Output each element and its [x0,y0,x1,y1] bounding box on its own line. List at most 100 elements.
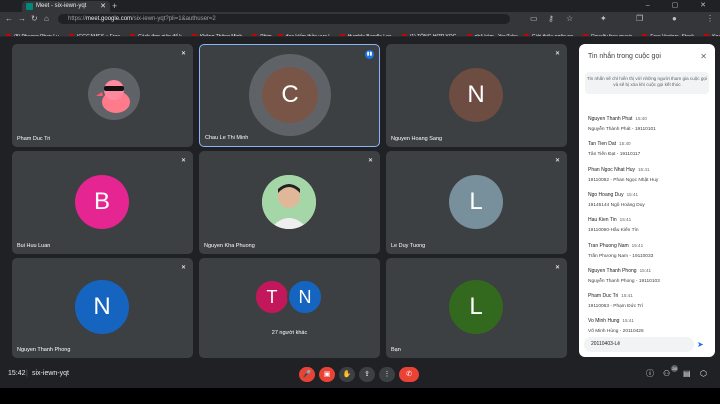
bookmark-label: Giới thiệu ngôn ng... [531,34,578,37]
chat-icon[interactable]: ▤ [683,369,691,379]
bookmark-favicon-icon [277,34,283,36]
message-text: Nguyễn Thanh Phong - 19110103 [588,278,660,284]
people-icon[interactable]: ⚇ [663,369,670,379]
participant-name: Nguyen Hoang Sang [391,136,443,142]
profile-icon[interactable]: ● [672,12,677,25]
bookmark-label: (8) Phuong Phap Lu... [14,34,63,37]
chat-message: Tran Phuong Nam 15:41 Trần Phương Nam - 19… [588,234,710,259]
participant-tile[interactable]: ✕ Nguyen Kha Phuong [199,151,380,254]
chat-info-notice: Tin nhắn sẽ chỉ hiển thị với những người… [585,72,709,94]
bookmark-favicon-icon [130,34,136,36]
mic-muted-icon: ✕ [181,158,187,164]
participant-name: Nguyen Kha Phuong [204,243,255,249]
participant-tile[interactable]: N ✕ Nguyen Thanh Phong [12,258,193,358]
bookmark-label: Phim [260,34,272,37]
meeting-controls-bar: 15:42 | six-iewn-yqt 🎤 ▣ ✋ ⇪ ⋮ ✆ ⓘ ⚇ 28 … [0,361,720,388]
home-icon[interactable]: ⌂ [44,12,49,25]
participant-name: Bạn [391,347,401,353]
bookmark-item[interactable]: Giới thiệu ngôn ng... [523,31,578,37]
message-time: 15:41 [639,267,652,273]
address-bar[interactable]: https://meet.google.com/six-iewn-yqt?pli… [58,14,510,24]
separator: | [26,370,28,377]
mic-off-button[interactable]: 🎤 [299,367,315,382]
mic-muted-icon: ✕ [368,158,374,164]
bookmarks-bar: (8) Phuong Phap Lu... IGGGAMES » Free... C… [0,25,720,37]
star-icon[interactable]: ☆ [566,12,573,25]
bookmark-item[interactable]: Không Thông Minh... [191,31,246,36]
chat-input[interactable]: 20110403-Lê [584,337,694,352]
chat-message: Nguyen Thanh Phat 15:40 Nguyễn Thành Phát … [588,107,710,132]
camera-icon[interactable]: ▭ [530,12,538,25]
mic-muted-icon: ✕ [555,158,561,164]
participant-tile[interactable]: N ✕ Nguyen Hoang Sang [386,44,567,147]
chat-message: Pham Duc Tri 15:41 19110063 - Phạm Đức Trí [588,284,710,309]
bookmark-item[interactable]: Free Vectors, Stock... [642,31,699,37]
bookmark-item[interactable]: Royalty free music... [583,31,636,36]
message-time: 15:41 [631,242,644,248]
bookmark-favicon-icon [583,34,589,36]
bookmark-item[interactable]: (1) TỔNG HỢP YOG... [401,31,461,36]
message-sender: Ngo Hoang Duy [588,191,624,198]
bookmark-item[interactable]: Phim [252,31,272,37]
bookmark-item[interactable]: IGGGAMES » Free... [68,31,124,36]
bookmark-favicon-icon [191,34,197,36]
close-icon[interactable]: ✕ [700,52,707,61]
meet-favicon-icon [26,3,33,10]
bookmark-label: phả kèm - YouTube [474,34,518,37]
avatar: N [449,68,503,122]
send-icon[interactable]: ➤ [697,340,704,349]
participant-name: Nguyen Thanh Phong [17,347,71,353]
self-tile[interactable]: L ✕ Bạn [386,258,567,358]
window-controls[interactable]: – ▢ ✕ [646,0,716,12]
meeting-time: 15:42 [8,370,26,377]
bookmark-item[interactable]: Cách đơn giản để k... [130,31,186,36]
avatar: L [449,175,503,229]
participant-name: Le Duy Tuong [391,243,426,249]
close-tab-icon[interactable]: ✕ [100,1,106,12]
leave-call-button[interactable]: ✆ [399,367,419,382]
participant-tile[interactable]: B ✕ Bui Huu Luan [12,151,193,254]
bookmark-item[interactable]: (8) Phuong Phap Lu... [6,31,63,37]
avatar: L [449,280,503,334]
message-text: Trần Phương Nam - 19110033 [588,253,654,259]
menu-icon[interactable]: ⋮ [706,12,714,25]
message-sender: Nguyen Thanh Phong [588,267,637,274]
more-options-button[interactable]: ⋮ [379,367,395,382]
mic-muted-icon: ✕ [555,265,561,271]
bookmark-label: Free Vectors, Stock... [650,34,699,37]
activities-icon[interactable]: ⬡ [700,369,707,379]
bookmark-item[interactable]: Kpaix | Trang chủ [704,31,720,36]
raise-hand-button[interactable]: ✋ [339,367,355,382]
new-tab-button[interactable]: + [112,0,117,12]
extensions-icon[interactable]: ✦ [600,12,607,25]
bookmark-favicon-icon [339,34,345,36]
chat-message: Nguyen Thanh Phong 15:41 Nguyễn Thanh Phon… [588,259,710,284]
present-button[interactable]: ⇪ [359,367,375,382]
others-tile[interactable]: T N 27 người khác [199,258,380,358]
message-text: 19110082 - Phan Ngọc Nhật Huy [588,177,659,183]
participant-tile[interactable]: L ✕ Le Duy Tuong [386,151,567,254]
message-time: 15:40 [619,141,631,147]
bookmark-favicon-icon [642,34,648,36]
avatar: T [254,279,290,315]
parrot-avatar-icon [96,80,130,113]
message-sender: Tan Tien Dat [588,141,617,148]
forward-icon[interactable]: → [18,12,26,25]
info-icon[interactable]: ⓘ [646,369,654,379]
extension-icon[interactable]: ❐ [636,12,643,25]
reload-icon[interactable]: ↻ [31,12,38,25]
chat-message: Ngo Hoang Duy 15:41 19145144 Ngô Hoàng Duy [588,183,710,208]
participant-tile[interactable]: ✕ Pham Duc Tri [12,44,193,147]
message-text: 19110060-Hầu Kiến Tín [588,228,639,234]
key-icon[interactable]: ⚷ [548,12,554,25]
bookmark-item[interactable]: đao kiếm thần vực |... [277,31,334,36]
camera-off-button[interactable]: ▣ [319,367,335,382]
back-icon[interactable]: ← [5,12,13,25]
participant-tile[interactable]: C ▮▮ Chau Le Thi Minh [199,44,380,147]
bookmark-item[interactable]: phả kèm - YouTube [466,31,518,37]
bookmark-label: Humble Bundle | ga... [347,34,396,37]
address-toolbar: ← → ↻ ⌂ https://meet.google.com/six-iewn… [0,12,720,25]
bookmark-favicon-icon [523,34,529,36]
bookmark-item[interactable]: Humble Bundle | ga... [339,31,396,37]
browser-tab[interactable]: Meet - six-iewn-yqt ✕ [22,1,110,12]
